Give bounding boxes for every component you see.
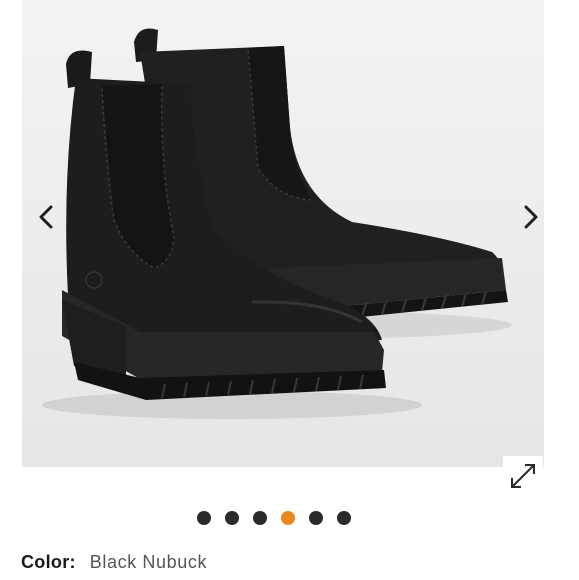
chevron-left-icon <box>39 205 53 229</box>
product-image-gallery[interactable] <box>22 0 544 467</box>
color-selection: Color: Black Nubuck <box>21 552 207 573</box>
chevron-right-icon <box>524 205 538 229</box>
pagination-dot[interactable] <box>309 511 323 525</box>
pagination-dot[interactable] <box>197 511 211 525</box>
pagination-dot[interactable] <box>337 511 351 525</box>
expand-icon <box>511 464 535 488</box>
product-image <box>22 0 544 467</box>
pagination-dot[interactable] <box>281 511 295 525</box>
color-label: Color: <box>21 552 76 572</box>
previous-image-button[interactable] <box>31 200 61 234</box>
pagination-dot[interactable] <box>225 511 239 525</box>
image-pagination-dots <box>197 511 351 525</box>
next-image-button[interactable] <box>516 200 546 234</box>
pagination-dot[interactable] <box>253 511 267 525</box>
expand-image-button[interactable] <box>503 456 543 496</box>
color-value: Black Nubuck <box>89 552 208 572</box>
